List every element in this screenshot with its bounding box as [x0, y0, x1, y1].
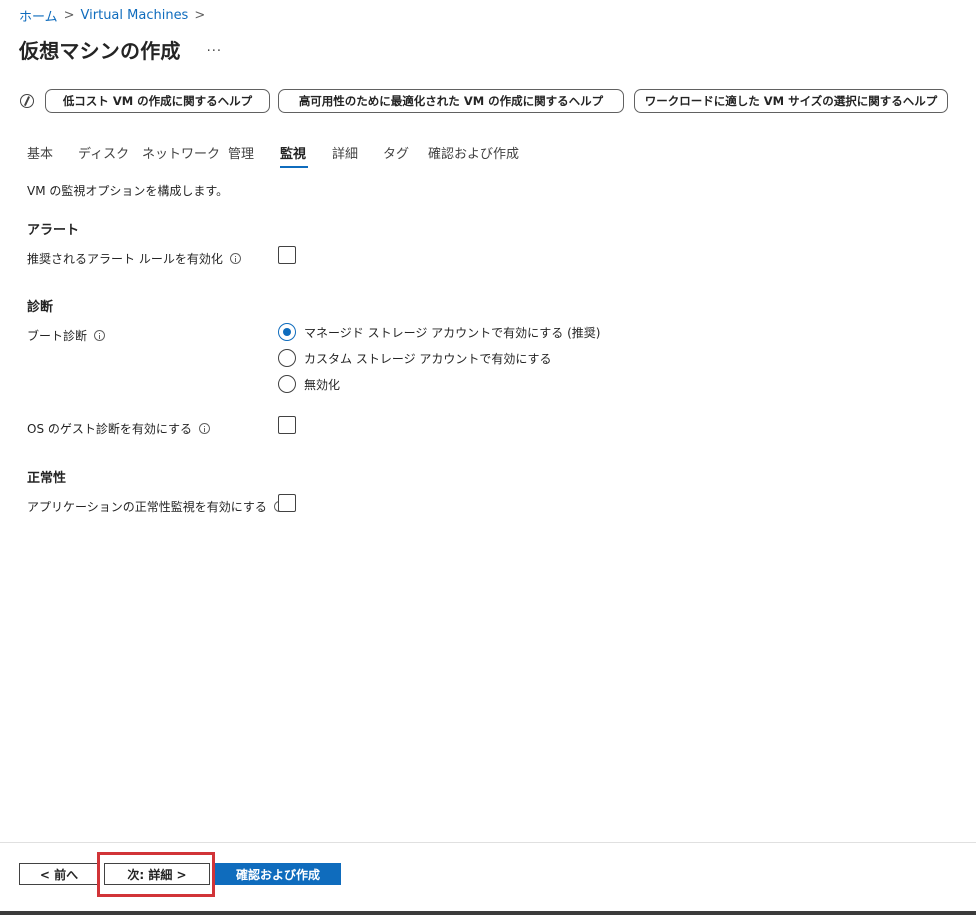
- boot-diagnostics-option-custom[interactable]: カスタム ストレージ アカウントで有効にする: [278, 349, 552, 367]
- monitoring-description: VM の監視オプションを構成します。: [27, 184, 229, 198]
- guest-os-diagnostics-label: OS のゲスト診断を有効にする: [27, 420, 210, 437]
- help-link-icon: [20, 94, 34, 108]
- recommended-alert-rules-label: 推奨されるアラート ルールを有効化: [27, 250, 241, 267]
- boot-diagnostics-option-disabled-label: 無効化: [304, 377, 341, 392]
- tab-basics[interactable]: 基本: [27, 143, 53, 163]
- boot-diagnostics-option-managed[interactable]: マネージド ストレージ アカウントで有効にする (推奨): [278, 323, 600, 341]
- app-health-monitoring-label: アプリケーションの正常性監視を有効にする: [27, 498, 285, 515]
- highlight-box: [97, 852, 215, 897]
- boot-diagnostics-label: ブート診断: [27, 327, 106, 344]
- radio-button[interactable]: [278, 349, 296, 367]
- help-vm-size-selection-button[interactable]: ワークロードに適した VM サイズの選択に関するヘルプ: [634, 89, 948, 113]
- info-icon[interactable]: [94, 330, 106, 341]
- info-icon[interactable]: [229, 253, 241, 264]
- review-create-button[interactable]: 確認および作成: [215, 863, 341, 885]
- app-health-monitoring-checkbox[interactable]: [278, 494, 296, 512]
- tab-disks[interactable]: ディスク: [78, 143, 129, 163]
- tab-management[interactable]: 管理: [228, 143, 254, 163]
- window-bottom-edge: [0, 911, 976, 915]
- chevron-right-icon: >: [63, 7, 75, 23]
- breadcrumb: ホーム > Virtual Machines >: [19, 6, 206, 25]
- active-tab-indicator: [280, 166, 308, 168]
- tab-advanced[interactable]: 詳細: [332, 143, 358, 163]
- section-title-health: 正常性: [27, 471, 67, 486]
- app-health-monitoring-text: アプリケーションの正常性監視を有効にする: [27, 500, 267, 514]
- tab-networking[interactable]: ネットワーク: [142, 143, 220, 163]
- tab-tags[interactable]: タグ: [383, 143, 409, 163]
- breadcrumb-home-link[interactable]: ホーム: [19, 6, 58, 25]
- recommended-alert-rules-text: 推奨されるアラート ルールを有効化: [27, 252, 223, 266]
- title-row: 仮想マシンの作成 ···: [19, 33, 222, 65]
- footer-divider: [0, 842, 976, 843]
- radio-button-selected[interactable]: [278, 323, 296, 341]
- page-title: 仮想マシンの作成: [19, 38, 181, 63]
- help-high-availability-vm-button[interactable]: 高可用性のために最適化された VM の作成に関するヘルプ: [278, 89, 624, 113]
- section-title-alerts: アラート: [27, 223, 80, 238]
- chevron-right-icon: >: [194, 7, 206, 23]
- guest-os-diagnostics-text: OS のゲスト診断を有効にする: [27, 422, 192, 436]
- help-low-cost-vm-button[interactable]: 低コスト VM の作成に関するヘルプ: [45, 89, 270, 113]
- boot-diagnostics-option-disabled[interactable]: 無効化: [278, 375, 340, 393]
- info-icon[interactable]: [199, 423, 210, 434]
- breadcrumb-virtual-machines-link[interactable]: Virtual Machines: [81, 8, 189, 23]
- boot-diagnostics-option-custom-label: カスタム ストレージ アカウントで有効にする: [304, 351, 552, 366]
- boot-diagnostics-option-managed-label: マネージド ストレージ アカウントで有効にする (推奨): [304, 325, 601, 340]
- previous-button[interactable]: < 前へ: [19, 863, 99, 885]
- recommended-alert-rules-checkbox[interactable]: [278, 246, 296, 264]
- tab-review-create[interactable]: 確認および作成: [428, 143, 519, 163]
- section-title-diagnostics: 診断: [27, 300, 54, 315]
- radio-button[interactable]: [278, 375, 296, 393]
- guest-os-diagnostics-checkbox[interactable]: [278, 416, 296, 434]
- boot-diagnostics-text: ブート診断: [27, 329, 88, 343]
- more-options-button[interactable]: ···: [207, 44, 222, 59]
- tab-monitoring[interactable]: 監視: [280, 143, 306, 163]
